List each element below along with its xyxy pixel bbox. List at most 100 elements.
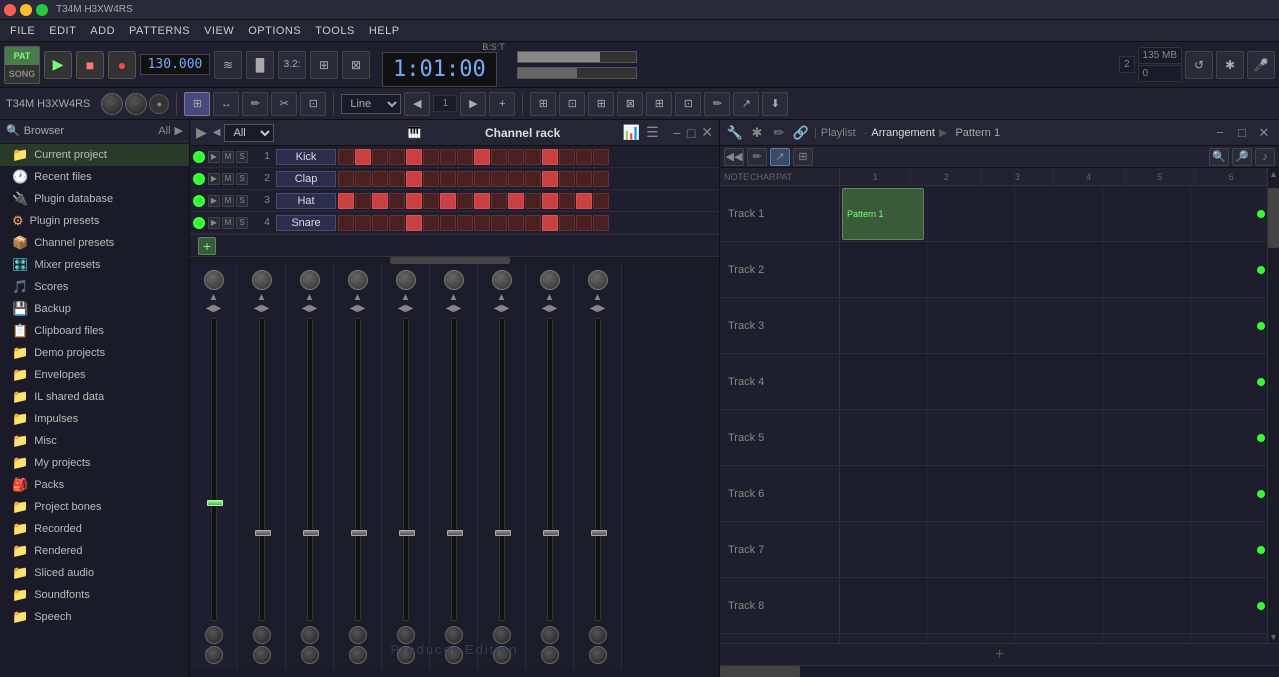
pl-scroll-down[interactable]: ▼ [1268,631,1279,643]
bar-button[interactable]: ▐▌ [246,51,274,79]
mc-fader-7[interactable] [543,530,559,536]
cr-pad-0-10[interactable] [508,149,524,165]
mc-arrow-up-7[interactable]: ▲ [545,292,555,303]
cr-pad-0-14[interactable] [576,149,592,165]
tool-cut[interactable]: ✂ [271,92,297,116]
menu-help[interactable]: HELP [363,23,406,39]
cr-pad-3-14[interactable] [576,215,592,231]
cr-pad-0-11[interactable] [525,149,541,165]
sidebar-item-misc[interactable]: 📁 Misc [0,430,189,452]
sidebar-item-impulses[interactable]: 📁 Impulses [0,408,189,430]
track-label-8[interactable]: Track 9 [720,634,839,643]
track-label-6[interactable]: Track 7 [720,522,839,578]
cr-pad-0-3[interactable] [389,149,405,165]
tool-b6[interactable]: ⊡ [675,92,701,116]
cr-mini-btn-▶-0[interactable]: ▶ [208,151,220,163]
menu-patterns[interactable]: PATTERNS [123,23,196,39]
pl-cell-4-1[interactable] [928,410,1016,465]
mc-knob-bottom2-3[interactable] [349,646,367,664]
cr-mini-btn-s-1[interactable]: S [236,173,248,185]
minimize-button[interactable] [20,4,32,16]
mc-knob-bottom-4[interactable] [397,626,415,644]
mc-knob-pan-6[interactable] [492,270,512,290]
mc-arrow-lr-2[interactable]: ◀▶ [302,303,317,314]
mc-fader-1[interactable] [255,530,271,536]
mc-knob-bottom-5[interactable] [445,626,463,644]
cr-channel-dropdown[interactable]: All [224,124,274,142]
sidebar-item-plugin-database[interactable]: 🔌 Plugin database [0,188,189,210]
pl-pattern-block-0[interactable]: Pattern 1 [842,188,924,240]
pl-cell-8-1[interactable] [928,634,1016,643]
pl-cell-3-0[interactable] [840,354,928,409]
cr-pad-3-8[interactable] [474,215,490,231]
mc-arrow-lr-6[interactable]: ◀▶ [494,303,509,314]
mc-fader-track-2[interactable] [307,318,313,621]
menu-options[interactable]: OPTIONS [242,23,307,39]
cr-arrow[interactable]: ▶ [196,124,207,141]
sidebar-item-current-project[interactable]: 📁 Current project [0,144,189,166]
pl-cell-5-3[interactable] [1104,466,1192,521]
add-track-button[interactable]: + [720,643,1279,665]
mc-knob-bottom2-7[interactable] [541,646,559,664]
tool-b4[interactable]: ⊠ [617,92,643,116]
line-select[interactable]: Line Curve Steps [341,94,401,114]
cr-pad-2-14[interactable] [576,193,592,209]
play-button[interactable]: ▶ [44,51,72,79]
mc-arrow-lr-3[interactable]: ◀▶ [350,303,365,314]
nav-plus[interactable]: + [489,92,515,116]
sidebar-item-il-shared[interactable]: 📁 IL shared data [0,386,189,408]
cr-pad-0-6[interactable] [440,149,456,165]
pl-cell-6-4[interactable] [1192,522,1267,577]
cr-pad-1-7[interactable] [457,171,473,187]
pl-cell-8-3[interactable] [1104,634,1192,643]
sidebar-item-soundfonts[interactable]: 📁 Soundfonts [0,584,189,606]
tool-arrow[interactable]: ↔ [213,92,239,116]
cr-pad-0-8[interactable] [474,149,490,165]
ph-close-btn[interactable]: ✕ [1255,124,1273,142]
mc-fader-8[interactable] [591,530,607,536]
ph-max-btn[interactable]: □ [1233,124,1251,142]
cr-pad-2-12[interactable] [542,193,558,209]
bpm-display[interactable]: 130.000 [140,54,210,75]
cr-pad-2-11[interactable] [525,193,541,209]
pl-cell-5-2[interactable] [1016,466,1104,521]
cr-pad-0-2[interactable] [372,149,388,165]
track-label-7[interactable]: Track 8 [720,578,839,634]
cr-pad-2-13[interactable] [559,193,575,209]
ph-link-btn[interactable]: 🔗 [792,124,810,142]
track-label-4[interactable]: Track 5 [720,410,839,466]
cr-pad-3-1[interactable] [355,215,371,231]
mc-knob-bottom2-8[interactable] [589,646,607,664]
pl-cell-2-1[interactable] [928,298,1016,353]
menu-edit[interactable]: EDIT [43,23,82,39]
pt-vol[interactable]: ♪ [1255,148,1275,166]
mc-arrow-up-8[interactable]: ▲ [593,292,603,303]
cr-pad-0-15[interactable] [593,149,609,165]
record-button[interactable]: ● [108,51,136,79]
mc-arrow-up-1[interactable]: ▲ [257,292,267,303]
cr-pad-3-13[interactable] [559,215,575,231]
pl-cell-4-3[interactable] [1104,410,1192,465]
cr-scrollbar[interactable] [190,256,719,264]
cr-maximize[interactable]: □ [687,125,695,141]
cr-pad-1-6[interactable] [440,171,456,187]
mc-knob-pan-4[interactable] [396,270,416,290]
cr-pad-0-12[interactable] [542,149,558,165]
cr-pad-2-2[interactable] [372,193,388,209]
menu-view[interactable]: VIEW [198,23,240,39]
cr-pad-1-0[interactable] [338,171,354,187]
cr-mini-btn-m-1[interactable]: M [222,173,234,185]
mc-fader-track-1[interactable] [259,318,265,621]
pl-cell-0-4[interactable] [1192,186,1267,241]
mc-knob-bottom2-4[interactable] [397,646,415,664]
cr-pad-1-9[interactable] [491,171,507,187]
cr-pad-3-0[interactable] [338,215,354,231]
mc-knob-bottom2-6[interactable] [493,646,511,664]
sidebar-item-plugin-presets[interactable]: ⚙ Plugin presets [0,210,189,232]
pl-cell-6-2[interactable] [1016,522,1104,577]
cr-pad-3-4[interactable] [406,215,422,231]
mc-knob-pan-0[interactable] [204,270,224,290]
pl-cell-7-3[interactable] [1104,578,1192,633]
cr-pad-1-12[interactable] [542,171,558,187]
cr-mini-btn-s-0[interactable]: S [236,151,248,163]
